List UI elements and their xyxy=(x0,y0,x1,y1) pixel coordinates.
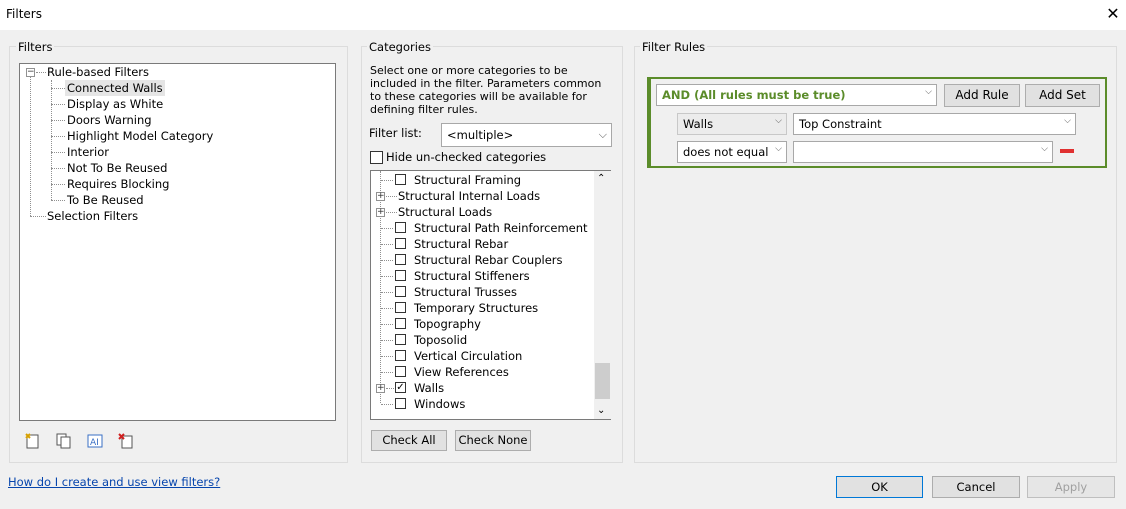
filter-item[interactable]: Display as White xyxy=(67,96,163,112)
category-checkbox[interactable] xyxy=(395,254,406,265)
filter-list-dropdown[interactable]: <multiple> ⌵ xyxy=(441,123,612,147)
category-checkbox[interactable]: ✓ xyxy=(395,382,406,393)
collapse-icon[interactable]: − xyxy=(26,68,35,77)
category-checkbox[interactable] xyxy=(395,366,406,377)
filter-item[interactable]: To Be Reused xyxy=(67,192,144,208)
expand-icon[interactable]: + xyxy=(376,208,385,217)
category-label: Temporary Structures xyxy=(414,301,539,315)
filter-item[interactable]: Connected Walls xyxy=(65,80,165,96)
category-label: View References xyxy=(414,365,509,379)
new-filter-icon[interactable] xyxy=(24,432,42,450)
add-set-button[interactable]: Add Set xyxy=(1025,84,1100,107)
category-label: Structural Stiffeners xyxy=(414,269,530,283)
categories-group-label: Categories xyxy=(367,40,433,54)
category-label: Walls xyxy=(414,381,445,395)
category-checkbox[interactable] xyxy=(395,318,406,329)
cancel-button[interactable]: Cancel xyxy=(932,476,1020,498)
scroll-down-icon[interactable]: ⌄ xyxy=(597,405,605,416)
category-label: Structural Rebar xyxy=(414,237,509,251)
category-label: Structural Rebar Couplers xyxy=(414,253,563,267)
logic-dropdown[interactable]: AND (All rules must be true) ⌵ xyxy=(656,84,937,106)
category-item[interactable]: Structural Trusses xyxy=(371,284,593,300)
category-item[interactable]: + ✓ Walls xyxy=(371,380,593,396)
filter-list-label: Filter list: xyxy=(369,126,422,140)
chevron-down-icon: ⌵ xyxy=(1064,116,1071,126)
hide-unchecked-label: Hide un-checked categories xyxy=(386,150,547,164)
chevron-down-icon: ⌵ xyxy=(925,87,932,97)
rule-operator-dropdown[interactable]: does not equal ⌵ xyxy=(677,141,787,163)
check-none-button[interactable]: Check None xyxy=(455,430,531,451)
categories-description: Select one or more categories to be incl… xyxy=(370,64,602,116)
category-checkbox[interactable] xyxy=(395,222,406,233)
category-label: Windows xyxy=(414,397,466,411)
hide-unchecked-checkbox[interactable] xyxy=(370,151,383,164)
category-item[interactable]: Structural Stiffeners xyxy=(371,268,593,284)
category-item[interactable]: Windows xyxy=(371,396,593,412)
add-rule-button[interactable]: Add Rule xyxy=(944,84,1020,107)
title-bar xyxy=(0,0,1126,30)
ok-button[interactable]: OK xyxy=(836,476,923,498)
expand-icon[interactable]: + xyxy=(376,192,385,201)
svg-text:AI: AI xyxy=(90,438,99,448)
chevron-down-icon: ⌵ xyxy=(598,128,607,141)
category-checkbox[interactable] xyxy=(395,238,406,249)
category-label: Topography xyxy=(414,317,481,331)
category-item[interactable]: Structural Path Reinforcement xyxy=(371,220,593,236)
expand-icon[interactable]: + xyxy=(376,384,385,393)
category-item[interactable]: Vertical Circulation xyxy=(371,348,593,364)
filter-item[interactable]: Not To Be Reused xyxy=(67,160,167,176)
category-checkbox[interactable] xyxy=(395,174,406,185)
window-title: Filters xyxy=(6,7,42,21)
rule-category-dropdown[interactable]: Walls ⌵ xyxy=(677,113,787,135)
filter-item[interactable]: Doors Warning xyxy=(67,112,152,128)
category-item[interactable]: Structural Rebar Couplers xyxy=(371,252,593,268)
chevron-down-icon: ⌵ xyxy=(1041,144,1048,154)
category-label: Structural Trusses xyxy=(414,285,517,299)
category-item[interactable]: + Structural Internal Loads xyxy=(371,188,593,204)
filter-item[interactable]: Highlight Model Category xyxy=(67,128,213,144)
close-icon[interactable]: ✕ xyxy=(1104,5,1122,23)
check-all-button[interactable]: Check All xyxy=(371,430,447,451)
category-checkbox[interactable] xyxy=(395,270,406,281)
rule-value-dropdown[interactable]: ⌵ xyxy=(793,141,1053,163)
category-item[interactable]: View References xyxy=(371,364,593,380)
tree-root-rule-based[interactable]: Rule-based Filters xyxy=(47,64,149,80)
category-item[interactable]: Temporary Structures xyxy=(371,300,593,316)
categories-list[interactable]: Structural Framing + Structural Internal L… xyxy=(370,170,611,420)
category-checkbox[interactable] xyxy=(395,398,406,409)
category-checkbox[interactable] xyxy=(395,302,406,313)
category-checkbox[interactable] xyxy=(395,350,406,361)
category-item[interactable]: Topography xyxy=(371,316,593,332)
rename-filter-icon[interactable]: AI xyxy=(86,432,104,450)
category-item[interactable]: Structural Framing xyxy=(371,172,593,188)
filters-tree[interactable]: − Rule-based Filters Connected Walls Disp… xyxy=(19,63,336,421)
category-item[interactable]: + Structural Loads xyxy=(371,204,593,220)
rule-parameter-dropdown[interactable]: Top Constraint ⌵ xyxy=(793,113,1076,135)
category-label: Structural Loads xyxy=(398,205,493,219)
category-item[interactable]: Toposolid xyxy=(371,332,593,348)
scrollbar[interactable]: ⌃ ⌄ xyxy=(594,171,611,419)
help-link[interactable]: How do I create and use view filters? xyxy=(8,475,220,489)
category-label: Structural Path Reinforcement xyxy=(414,221,588,235)
scroll-thumb[interactable] xyxy=(595,363,610,399)
category-checkbox[interactable] xyxy=(395,286,406,297)
filter-item[interactable]: Requires Blocking xyxy=(67,176,169,192)
category-label: Toposolid xyxy=(414,333,468,347)
category-label: Structural Internal Loads xyxy=(398,189,541,203)
tree-root-selection[interactable]: Selection Filters xyxy=(47,208,138,224)
apply-button[interactable]: Apply xyxy=(1027,476,1115,498)
filter-item[interactable]: Interior xyxy=(67,144,109,160)
scroll-up-icon[interactable]: ⌃ xyxy=(597,173,605,184)
chevron-down-icon: ⌵ xyxy=(775,116,782,126)
filters-group-label: Filters xyxy=(16,40,55,54)
category-item[interactable]: Structural Rebar xyxy=(371,236,593,252)
delete-filter-icon[interactable] xyxy=(117,432,135,450)
category-label: Structural Framing xyxy=(414,173,522,187)
category-checkbox[interactable] xyxy=(395,334,406,345)
chevron-down-icon: ⌵ xyxy=(775,144,782,154)
duplicate-filter-icon[interactable] xyxy=(55,432,73,450)
category-label: Vertical Circulation xyxy=(414,349,523,363)
filter-rules-label: Filter Rules xyxy=(640,40,708,54)
remove-rule-icon[interactable] xyxy=(1060,149,1074,153)
